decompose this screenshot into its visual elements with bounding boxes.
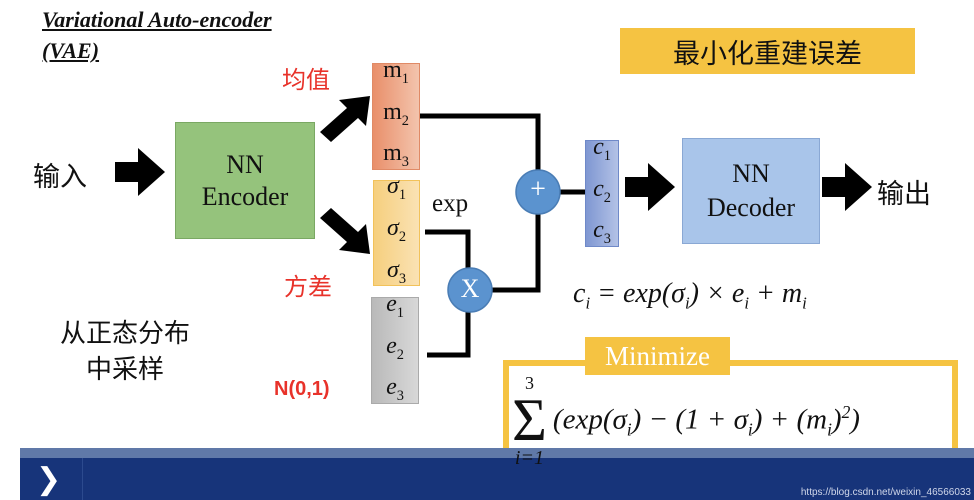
mean-entry: m2 (383, 96, 409, 138)
line-sigma (425, 229, 471, 268)
arrow-input (115, 148, 165, 196)
entry-base: e (386, 290, 397, 317)
mean-entry: m1 (383, 54, 409, 96)
entry-subscript: 1 (401, 70, 409, 87)
exp-label: exp (432, 190, 469, 217)
sampling-formula: ci = exp(σi) × ei + mi (573, 278, 807, 314)
c-vector: c1 c2 c3 (585, 134, 619, 247)
loss-formula: 3 Σi=1 (exp(σi) − (1 + σi) + (mi)2) (512, 366, 860, 476)
sum-operator: 3 Σi=1 (512, 374, 547, 468)
sum-lower: i=1 (514, 447, 544, 469)
vae-diagram: Variational Auto-encoder (VAE) 最小化重建误差 输… (0, 0, 974, 500)
c-entry: c1 (593, 131, 611, 173)
decoder-box: NN Decoder (682, 138, 820, 244)
entry-subscript: 2 (603, 189, 611, 206)
noise-entry: e3 (386, 371, 404, 413)
encoder-line2: Encoder (201, 181, 289, 211)
watermark: https://blog.csdn.net/weixin_46566033 (800, 487, 971, 498)
entry-subscript: 1 (396, 304, 404, 321)
entry-base: c (593, 217, 604, 244)
sigma-vector: σ1 σ2 σ3 (373, 173, 420, 287)
math-body: (exp(σi) − (1 + σi) + (mi)2) (552, 401, 860, 440)
plus-symbol: + (530, 174, 546, 205)
encoder-line1: NN (226, 149, 264, 179)
sum-icon: Σ (512, 387, 547, 453)
encoder-box: NN Encoder (175, 122, 315, 239)
c-entry: c2 (593, 173, 611, 215)
entry-subscript: 1 (603, 147, 611, 164)
line-product (492, 214, 541, 293)
entry-subscript: 2 (401, 112, 409, 129)
math-body: ci = exp(σi) × ei + mi (573, 278, 807, 313)
arrow-to-decoder (625, 163, 675, 211)
decoder-line2: Decoder (706, 193, 796, 222)
mean-vector: m1 m2 m3 (372, 57, 420, 171)
noise-entry: e2 (386, 330, 404, 372)
entry-subscript: 2 (396, 346, 404, 363)
entry-subscript: 3 (401, 154, 409, 171)
entry-base: m (383, 98, 402, 125)
arrow-mean (320, 96, 370, 142)
sigma-entry: σ2 (387, 212, 406, 254)
line-mean (420, 113, 541, 170)
entry-subscript: 3 (396, 388, 404, 405)
entry-base: σ (386, 256, 399, 283)
entry-base: σ (386, 173, 399, 200)
entry-subscript: 1 (398, 187, 407, 204)
c-entry: c3 (593, 214, 611, 256)
entry-subscript: 3 (398, 270, 407, 287)
entry-base: σ (386, 215, 399, 242)
entry-base: m (383, 140, 402, 167)
decoder-line1: NN (732, 159, 770, 188)
entry-base: e (386, 332, 397, 359)
arrow-variance (320, 208, 370, 254)
entry-subscript: 2 (398, 228, 407, 245)
entry-base: m (383, 56, 402, 83)
entry-base: c (593, 133, 604, 160)
entry-subscript: 3 (603, 231, 611, 248)
sigma-entry: σ1 (387, 170, 406, 212)
arrow-output (822, 163, 872, 211)
entry-base: c (593, 175, 604, 202)
noise-entry: e1 (386, 288, 404, 330)
entry-base: e (386, 374, 397, 401)
chevron-right-icon[interactable]: ❯ (36, 462, 61, 497)
noise-vector: e1 e2 e3 (371, 291, 419, 404)
footer-divider (82, 458, 83, 500)
line-noise (427, 312, 471, 358)
times-symbol: X (460, 274, 480, 303)
